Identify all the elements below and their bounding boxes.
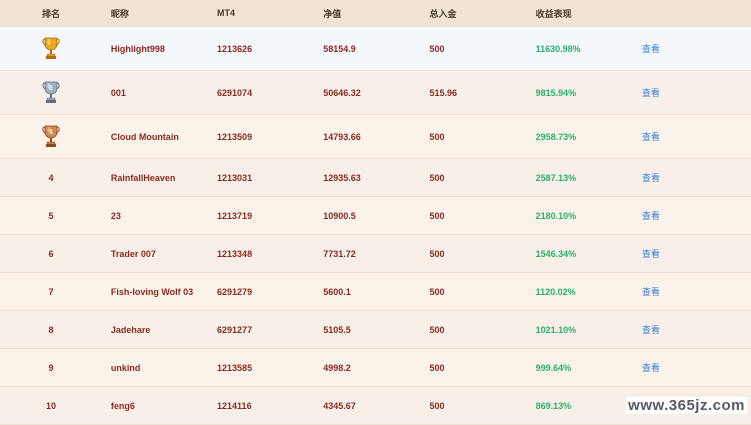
view-link[interactable]: 查看 [642, 247, 751, 260]
nickname: unkind [110, 362, 141, 373]
total-deposit: 500 [429, 210, 445, 221]
performance-value: 2958.73% [535, 131, 577, 142]
leaderboard-table: 排名 昵称 MT4 净值 总入金 收益表现 Highlight998 121362… [0, 0, 751, 425]
net-value: 14793.66 [323, 131, 361, 142]
rank-cell [0, 35, 111, 63]
view-link[interactable]: 查看 [642, 130, 751, 143]
mt4-account: 1213509 [217, 131, 253, 142]
net-value: 4998.2 [323, 362, 351, 373]
bronze-trophy-icon: 3 [42, 123, 60, 149]
view-link[interactable]: 查看 [642, 42, 751, 55]
mt4-account: 1213719 [217, 210, 253, 221]
view-link[interactable]: 查看 [642, 323, 751, 336]
net-value: 10900.5 [323, 210, 356, 221]
table-row: 7 Fish-loving Wolf 03 6291279 5600.1 500 1120… [0, 273, 751, 311]
rank-cell: 6 [0, 249, 111, 259]
nickname: Cloud Mountain [110, 131, 179, 142]
view-link[interactable]: 查看 [642, 285, 751, 298]
net-value: 5600.1 [323, 286, 351, 297]
performance-value: 999.64% [535, 362, 572, 373]
rank-number: 6 [48, 248, 54, 259]
nickname: feng6 [110, 400, 135, 411]
rank-number: 5 [48, 210, 54, 221]
mt4-account: 6291279 [217, 286, 253, 297]
watermark: www.365jz.com [626, 397, 747, 414]
rank-number: 8 [48, 324, 54, 335]
rank-cell: 7 [0, 287, 111, 297]
total-deposit: 500 [429, 248, 445, 259]
header-net-value: 净值 [323, 8, 342, 19]
header-performance: 收益表现 [535, 8, 572, 19]
performance-value: 1546.34% [535, 248, 577, 259]
header-rank: 排名 [42, 8, 61, 19]
table-row: 9 unkind 1213585 4998.2 500 999.64% 查看 [0, 349, 751, 387]
rank-cell: 4 [0, 173, 111, 183]
nickname: RainfallHeaven [110, 172, 176, 183]
nickname: 23 [110, 210, 121, 221]
header-mt4: MT4 [217, 8, 236, 18]
header-total-deposit: 总入金 [429, 8, 457, 19]
gold-trophy-icon [42, 35, 60, 61]
total-deposit: 515.96 [429, 87, 457, 98]
performance-value: 9815.94% [535, 87, 577, 98]
performance-value: 1021.10% [535, 324, 577, 335]
table-row: 2 001 6291074 50646.32 515.96 9815.94% 查看 [0, 71, 751, 115]
net-value: 4345.67 [323, 400, 356, 411]
rank-number: 4 [48, 172, 54, 183]
view-link[interactable]: 查看 [642, 86, 751, 99]
mt4-account: 1213585 [217, 362, 253, 373]
mt4-account: 1213031 [217, 172, 253, 183]
performance-value: 2180.10% [535, 210, 577, 221]
table-row: 3 Cloud Mountain 1213509 14793.66 500 2958.73… [0, 115, 751, 159]
mt4-account: 1213626 [217, 43, 253, 54]
net-value: 5105.5 [323, 324, 351, 335]
rank-cell: 2 [0, 79, 111, 107]
rank-cell: 9 [0, 363, 111, 373]
net-value: 7731.72 [323, 248, 356, 259]
table-row: 5 23 1213719 10900.5 500 2180.10% 查看 [0, 197, 751, 235]
total-deposit: 500 [429, 362, 445, 373]
rank-cell: 10 [0, 401, 111, 411]
table-row: 4 RainfallHeaven 1213031 12935.63 500 2587.13… [0, 159, 751, 197]
mt4-account: 6291277 [217, 324, 253, 335]
table-body: Highlight998 1213626 58154.9 500 11630.98% 查看… [0, 27, 751, 425]
performance-value: 1120.02% [535, 286, 576, 297]
rank-number: 7 [48, 286, 54, 297]
nickname: Jadehare [110, 324, 151, 335]
performance-value: 2587.13% [535, 172, 577, 183]
net-value: 58154.9 [323, 43, 356, 54]
mt4-account: 6291074 [217, 87, 253, 98]
table-row: 8 Jadehare 6291277 5105.5 500 1021.10% 查看 [0, 311, 751, 349]
table-row: 6 Trader 007 1213348 7731.72 500 1546.34% 查看 [0, 235, 751, 273]
view-link[interactable]: 查看 [642, 209, 751, 222]
net-value: 12935.63 [323, 172, 361, 183]
total-deposit: 500 [429, 324, 445, 335]
net-value: 50646.32 [323, 87, 361, 98]
total-deposit: 500 [429, 131, 445, 142]
rank-number: 10 [45, 400, 56, 411]
header-nickname: 昵称 [110, 8, 129, 19]
nickname: Trader 007 [110, 248, 156, 259]
table-row: Highlight998 1213626 58154.9 500 11630.98% 查看 [0, 27, 751, 71]
rank-cell: 5 [0, 211, 111, 221]
rank-cell: 8 [0, 325, 111, 335]
total-deposit: 500 [429, 286, 445, 297]
nickname: 001 [110, 87, 126, 98]
performance-value: 11630.98% [535, 43, 581, 54]
nickname: Highlight998 [110, 43, 165, 54]
total-deposit: 500 [429, 172, 445, 183]
mt4-account: 1213348 [217, 248, 253, 259]
view-link[interactable]: 查看 [642, 171, 751, 184]
nickname: Fish-loving Wolf 03 [110, 286, 194, 297]
mt4-account: 1214116 [217, 400, 252, 411]
rank-cell: 3 [0, 123, 111, 151]
view-link[interactable]: 查看 [642, 361, 751, 374]
total-deposit: 500 [429, 43, 445, 54]
table-header: 排名 昵称 MT4 净值 总入金 收益表现 [0, 0, 751, 27]
silver-trophy-icon: 2 [42, 79, 60, 105]
rank-number: 9 [48, 362, 54, 373]
total-deposit: 500 [429, 400, 445, 411]
